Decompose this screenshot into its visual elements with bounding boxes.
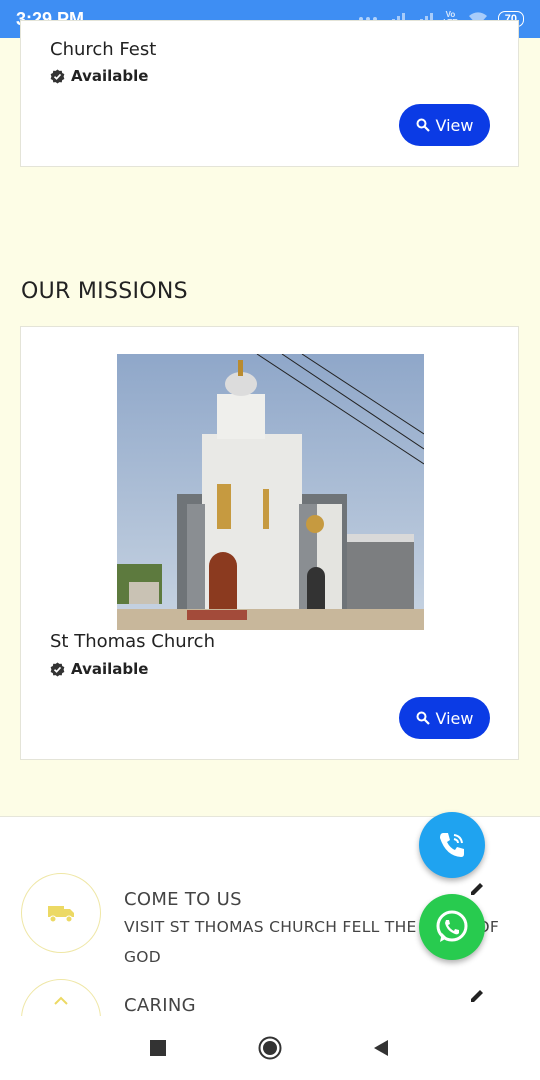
square-icon: [150, 1040, 166, 1056]
call-button[interactable]: [419, 812, 485, 878]
section-heading-missions: OUR MISSIONS: [21, 279, 188, 304]
view-button[interactable]: View: [399, 697, 490, 739]
truck-icon: [48, 906, 74, 923]
mission-card[interactable]: St Thomas Church Available View: [20, 326, 519, 760]
search-icon: [416, 711, 430, 725]
chevron-up-icon: [54, 996, 68, 1005]
view-button-label: View: [435, 708, 474, 728]
availability-label: Available: [71, 67, 149, 85]
event-card[interactable]: Church Fest Available View: [20, 20, 519, 167]
availability-label: Available: [71, 660, 149, 678]
back-triangle-icon: [374, 1040, 388, 1056]
phone-icon: [440, 833, 464, 857]
verified-icon: [50, 661, 65, 677]
whatsapp-icon: [436, 910, 468, 942]
search-icon: [416, 118, 430, 132]
event-card-title: Church Fest: [50, 39, 157, 60]
mission-card-title: St Thomas Church: [50, 631, 215, 652]
whatsapp-button[interactable]: [419, 894, 485, 960]
home-button[interactable]: [258, 1036, 282, 1060]
edit-icon[interactable]: [469, 988, 485, 1004]
mission-availability: Available: [50, 660, 148, 678]
feature-icon-circle: [21, 873, 101, 953]
navigation-bar: [0, 1016, 540, 1080]
feature-title: CARING: [124, 995, 196, 1016]
verified-icon: [50, 68, 65, 84]
event-availability: Available: [50, 67, 148, 85]
recents-button[interactable]: [146, 1036, 170, 1060]
feature-title: COME TO US: [124, 889, 242, 910]
view-button[interactable]: View: [399, 104, 490, 146]
view-button-label: View: [435, 115, 474, 135]
home-circle-icon: [258, 1036, 282, 1060]
feature-icon-circle: [21, 979, 101, 1017]
church-photo: [117, 354, 424, 630]
edit-icon[interactable]: [469, 881, 485, 897]
back-button[interactable]: [369, 1036, 393, 1060]
